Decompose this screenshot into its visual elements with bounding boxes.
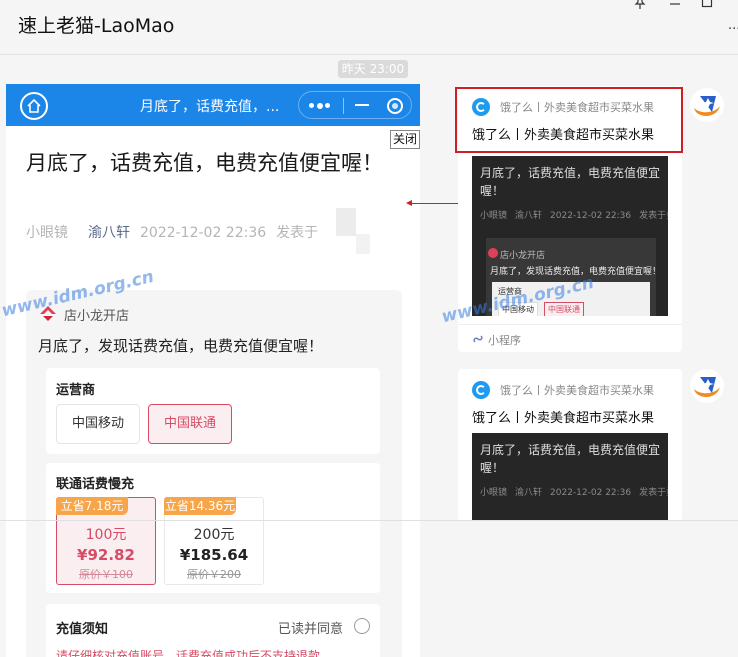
agree-radio[interactable] — [354, 618, 370, 634]
notice-hint: 请仔细核对充值账号，话费充值成功后不支持退款 — [56, 649, 321, 657]
more-dots-icon[interactable] — [309, 102, 331, 109]
minimize-icon[interactable] — [669, 0, 681, 13]
sender-avatar[interactable] — [690, 88, 724, 122]
minimize-miniprogram-icon[interactable] — [355, 104, 369, 106]
message-source-name: 饿了么丨外卖美食超市买菜水果 — [500, 384, 654, 397]
maximize-icon[interactable] — [701, 0, 713, 12]
article-author-link[interactable]: 渝八轩 — [88, 225, 130, 241]
operator-section: 运营商 中国移动 中国联通 — [46, 368, 380, 454]
plan-label: 联通话费慢充 — [56, 477, 135, 492]
notice-section: 充值须知 已读并同意 请仔细核对充值账号，话费充值成功后不支持退款 — [46, 604, 380, 657]
plan-price: ¥92.82 — [77, 546, 135, 564]
close-miniprogram-icon[interactable] — [387, 98, 403, 114]
thumbnail-meta: 小眼镜渝八轩2022-12-02 22:36发表于重庆 — [480, 488, 668, 498]
plan-card-100[interactable]: 立省7.18元 100元 ¥92.82 原价￥100 — [56, 497, 156, 585]
agree-label: 已读并同意 — [278, 622, 344, 637]
sender-avatar[interactable] — [690, 369, 724, 403]
capsule-menu — [298, 91, 412, 119]
plan-price: ¥185.64 — [179, 546, 249, 564]
home-icon[interactable] — [20, 92, 48, 120]
input-area[interactable] — [420, 521, 738, 657]
navbar-title: 月底了，话费充值，... — [140, 99, 280, 115]
plan-face-value: 100元 — [85, 527, 127, 543]
thumbnail-meta: 小眼镜渝八轩2022-12-02 22:36发表于重庆 — [480, 211, 668, 221]
titlebar-divider — [0, 54, 738, 55]
notice-label: 充值须知 — [56, 622, 109, 637]
thumbnail-title: 月底了，话费充值，电费充值便宜喔！ — [480, 443, 661, 475]
plan-section: 联通话费慢充 立省7.18元 100元 ¥92.82 原价￥100 立省14.3… — [46, 463, 380, 593]
thumbnail-operator-option: 中国联通 — [544, 302, 584, 316]
article-datetime: 2022-12-02 22:36 — [140, 225, 267, 241]
card-divider — [458, 324, 682, 325]
more-icon[interactable]: ... — [728, 18, 738, 33]
eleme-app-icon — [472, 381, 490, 399]
operator-label: 运营商 — [56, 383, 96, 398]
highlight-frame — [455, 87, 683, 153]
thumbnail-shop-desc: 月底了，发现话费充值，电费充值便宜喔！ — [490, 267, 662, 277]
shop-description: 月底了，发现话费充值，电费充值便宜喔！ — [38, 337, 324, 355]
article-source: 小眼镜 — [26, 225, 68, 241]
miniprogram-navbar: 月底了，话费充值，... — [6, 84, 420, 126]
mosaic-redaction — [336, 208, 356, 236]
discount-tag: 立省14.36元 — [164, 497, 236, 515]
thumbnail-title: 月底了，话费充值，电费充值便宜喔！ — [480, 166, 661, 198]
chat-timestamp: 昨天 23:00 — [338, 60, 408, 78]
plan-original-price: 原价￥200 — [187, 568, 241, 581]
message-title: 饿了么丨外卖美食超市买菜水果 — [472, 411, 655, 426]
close-tooltip: 关闭 — [390, 130, 420, 149]
annotation-arrow — [410, 203, 462, 204]
message-thumbnail: 月底了，话费充值，电费充值便宜喔！ 小眼镜 渝八轩 2022-12-02 22:36… — [472, 433, 668, 521]
miniprogram-footer: 小程序 — [472, 332, 521, 348]
plan-original-price: 原价￥100 — [79, 568, 133, 581]
plan-face-value: 200元 — [193, 527, 235, 543]
miniprogram-window: 月底了，话费充值，... 关闭 月底了，话费充值，电费充值便宜喔！ 小眼镜 渝八轩… — [6, 84, 420, 657]
discount-tag: 立省7.18元 — [56, 497, 128, 515]
shop-logo-icon — [488, 248, 498, 258]
window-titlebar: 速上老猫-LaoMao ... — [0, 0, 738, 54]
window-title: 速上老猫-LaoMao — [18, 15, 175, 37]
pin-icon[interactable] — [634, 0, 646, 14]
article-location: 发表于 — [276, 225, 319, 241]
miniprogram-footer-label: 小程序 — [488, 334, 521, 347]
operator-option-unicom[interactable]: 中国联通 — [148, 404, 232, 444]
operator-option-mobile[interactable]: 中国移动 — [56, 404, 140, 444]
shop-name: 店小龙开店 — [64, 309, 130, 324]
thumbnail-shop-name: 店小龙开店 — [500, 251, 546, 261]
capsule-separator — [343, 98, 344, 114]
plan-card-200[interactable]: 立省14.36元 200元 ¥185.64 原价￥200 — [164, 497, 264, 585]
article-title: 月底了，话费充值，电费充值便宜喔！ — [26, 151, 383, 175]
miniprogram-message-card[interactable]: 饿了么丨外卖美食超市买菜水果 饿了么丨外卖美食超市买菜水果 月底了，话费充值，电… — [458, 369, 682, 521]
annotation-arrow-head — [406, 200, 412, 206]
mosaic-redaction — [356, 234, 370, 254]
